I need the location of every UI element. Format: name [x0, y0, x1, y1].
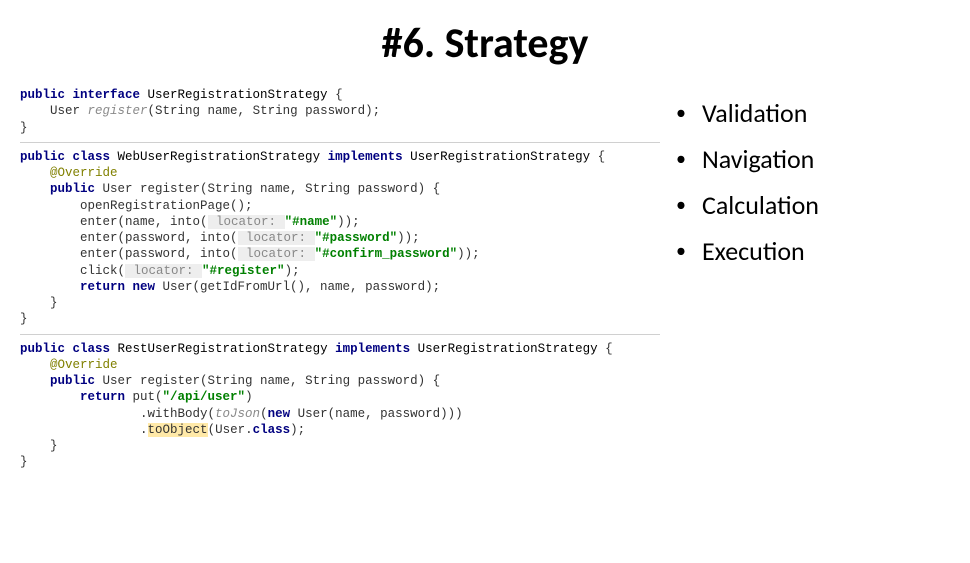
- string-literal: "#name": [285, 215, 338, 229]
- indent: [20, 439, 50, 453]
- param-hint: locator:: [238, 247, 315, 261]
- brace: {: [335, 88, 343, 102]
- keyword: public: [50, 182, 103, 196]
- signature: User register(String name, String passwo…: [103, 182, 441, 196]
- indent: [20, 374, 50, 388]
- param-hint: locator:: [238, 231, 315, 245]
- brace: {: [598, 150, 606, 164]
- keyword: public interface: [20, 88, 148, 102]
- type-name: RestUserRegistrationStrategy: [118, 342, 336, 356]
- indent: [20, 407, 140, 421]
- indent: [20, 264, 80, 278]
- call: ));: [337, 215, 360, 229]
- string-literal: "#register": [202, 264, 285, 278]
- brace: }: [20, 312, 28, 326]
- code-divider: [20, 142, 660, 143]
- call: openRegistrationPage();: [80, 199, 253, 213]
- dot: .: [140, 423, 148, 437]
- method-ref: toJson: [215, 407, 260, 421]
- annotation: @Override: [50, 166, 118, 180]
- bullet-item: Validation: [670, 97, 970, 129]
- indent: [20, 358, 50, 372]
- annotation: @Override: [50, 358, 118, 372]
- indent: [20, 296, 50, 310]
- brace: }: [20, 121, 28, 135]
- indent: [20, 423, 140, 437]
- type-name: UserRegistrationStrategy: [418, 342, 606, 356]
- keyword: class: [253, 423, 291, 437]
- bullet-list: Validation Navigation Calculation Execut…: [670, 97, 970, 267]
- bullet-text: Validation: [702, 97, 807, 129]
- signature: User register(String name, String passwo…: [103, 374, 441, 388]
- keyword: return: [80, 390, 133, 404]
- indent: [20, 280, 80, 294]
- brace: }: [50, 296, 58, 310]
- keyword: public class: [20, 342, 118, 356]
- indent: [20, 182, 50, 196]
- code-block-rest: public class RestUserRegistrationStrateg…: [20, 341, 660, 471]
- brace: {: [605, 342, 613, 356]
- expr: User(getIdFromUrl(), name, password);: [163, 280, 441, 294]
- call: );: [285, 264, 300, 278]
- call: click(: [80, 264, 125, 278]
- call: enter(password, into(: [80, 231, 238, 245]
- type-name: UserRegistrationStrategy: [410, 150, 598, 164]
- indent: [20, 199, 80, 213]
- code-block-web: public class WebUserRegistrationStrategy…: [20, 149, 660, 328]
- call: enter(name, into(: [80, 215, 208, 229]
- bullet-text: Navigation: [702, 143, 814, 175]
- params: (String name, String password);: [148, 104, 381, 118]
- call: ));: [457, 247, 480, 261]
- keyword: public class: [20, 150, 118, 164]
- type-name: UserRegistrationStrategy: [148, 88, 336, 102]
- highlighted-method: toObject: [148, 423, 208, 437]
- bullet-item: Execution: [670, 235, 970, 267]
- slide-title: #6. Strategy: [0, 18, 970, 69]
- indent: [20, 390, 80, 404]
- brace: }: [50, 439, 58, 453]
- bullet-column: Validation Navigation Calculation Execut…: [660, 87, 970, 475]
- call: ));: [397, 231, 420, 245]
- indent: [20, 104, 50, 118]
- type-name: WebUserRegistrationStrategy: [118, 150, 328, 164]
- string-literal: "#password": [315, 231, 398, 245]
- code-divider: [20, 334, 660, 335]
- keyword: implements: [335, 342, 418, 356]
- method-name: register: [88, 104, 148, 118]
- code-block-interface: public interface UserRegistrationStrateg…: [20, 87, 660, 136]
- string-literal: "/api/user": [163, 390, 246, 404]
- return-type: User: [50, 104, 88, 118]
- string-literal: "#confirm_password": [315, 247, 458, 261]
- keyword: new: [268, 407, 298, 421]
- call: enter(password, into(: [80, 247, 238, 261]
- code-column: public interface UserRegistrationStrateg…: [0, 87, 660, 475]
- keyword: implements: [328, 150, 411, 164]
- indent: [20, 231, 80, 245]
- call: put(: [133, 390, 163, 404]
- indent: [20, 215, 80, 229]
- call: (User.: [208, 423, 253, 437]
- bullet-text: Calculation: [702, 189, 819, 221]
- brace: }: [20, 455, 28, 469]
- call: .withBody(: [140, 407, 215, 421]
- expr: User(name, password))): [298, 407, 463, 421]
- content-area: public interface UserRegistrationStrateg…: [0, 87, 970, 475]
- bullet-item: Calculation: [670, 189, 970, 221]
- indent: [20, 166, 50, 180]
- call: );: [290, 423, 305, 437]
- bullet-item: Navigation: [670, 143, 970, 175]
- bullet-text: Execution: [702, 235, 805, 267]
- param-hint: locator:: [208, 215, 285, 229]
- call: ): [245, 390, 253, 404]
- keyword: public: [50, 374, 103, 388]
- keyword: return new: [80, 280, 163, 294]
- param-hint: locator:: [125, 264, 202, 278]
- indent: [20, 247, 80, 261]
- call: (: [260, 407, 268, 421]
